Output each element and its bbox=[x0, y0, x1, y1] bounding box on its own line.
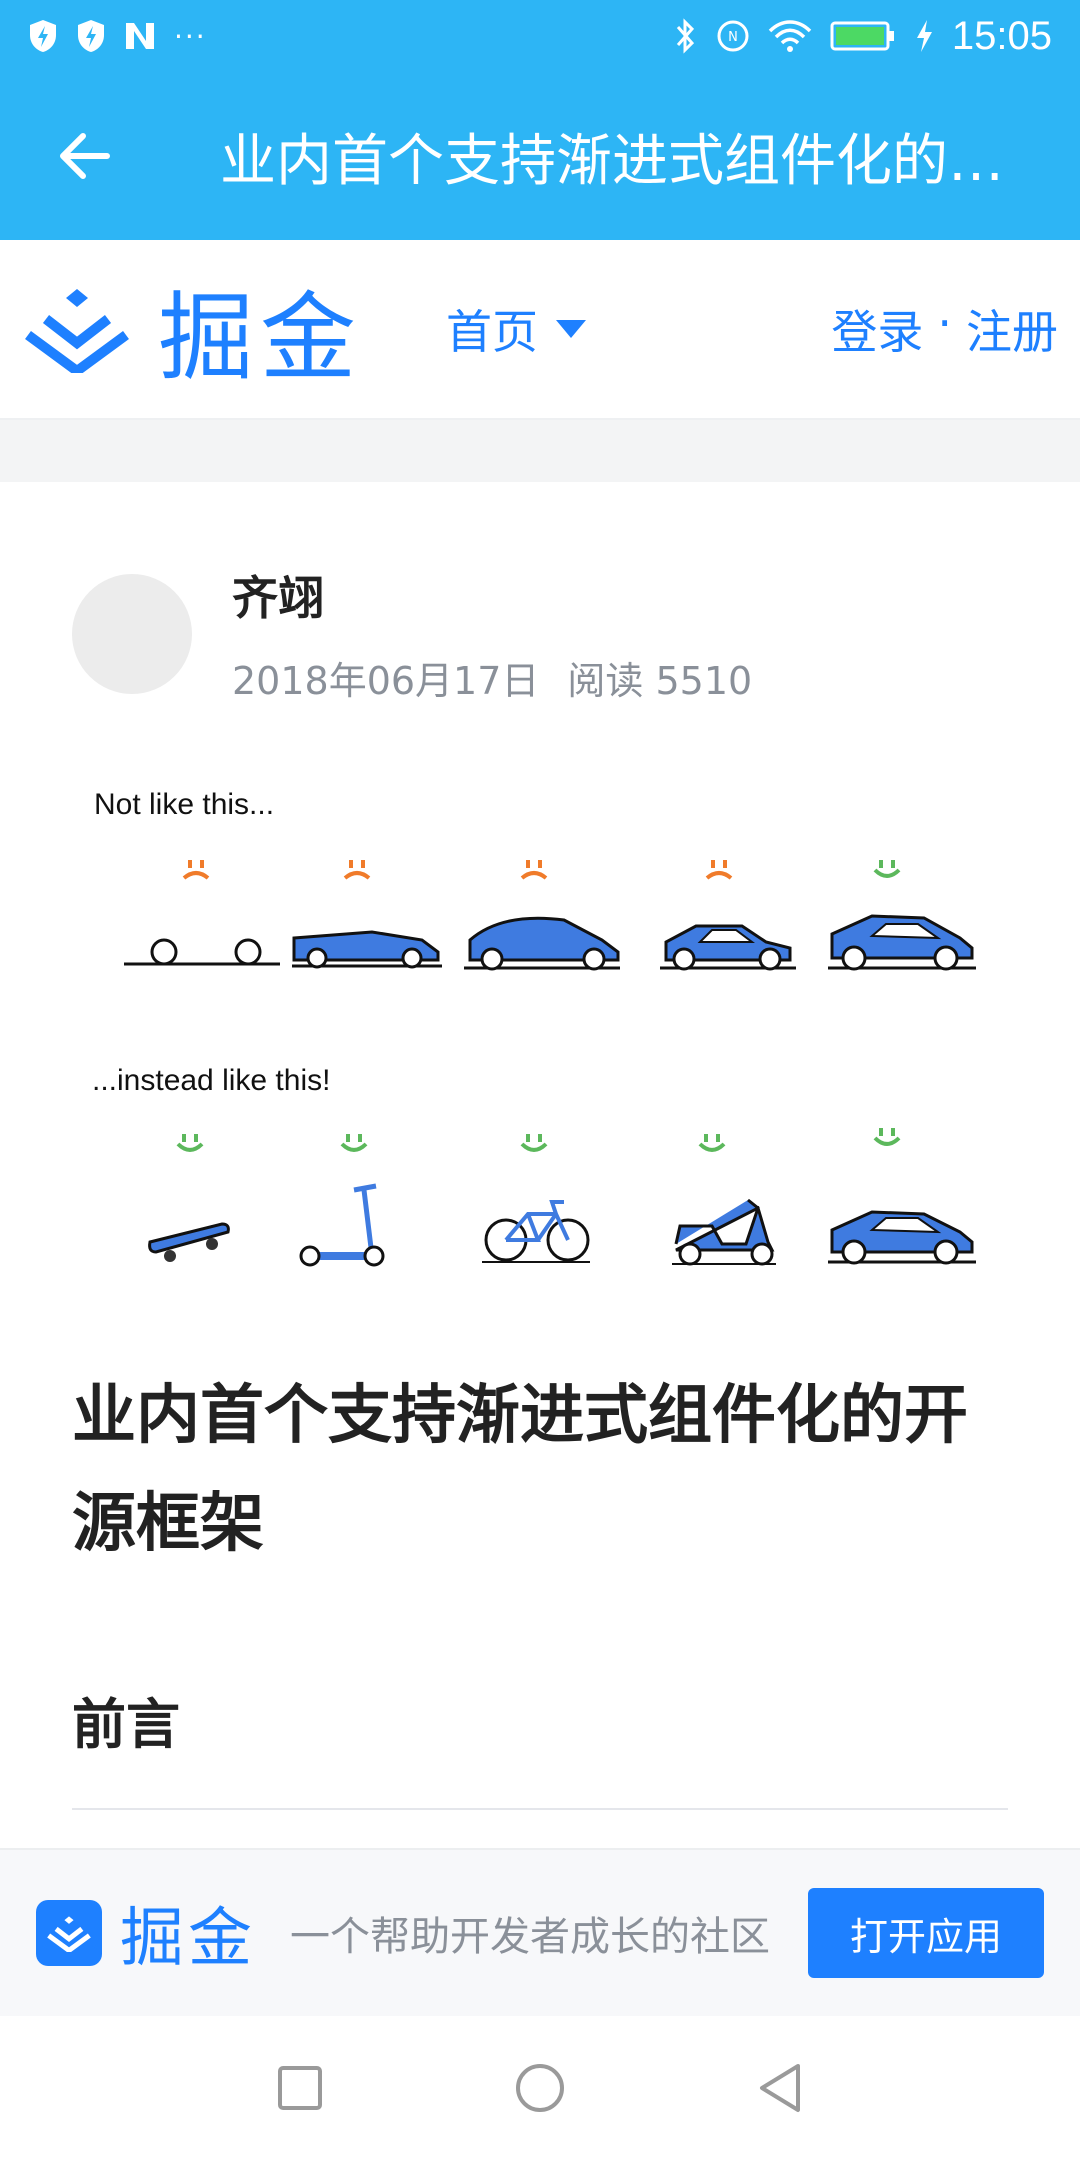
page-title: 业内首个支持渐进式组件化的… bbox=[220, 128, 1004, 194]
title-bar: 业内首个支持渐进式组件化的… bbox=[0, 72, 1080, 240]
login-link[interactable]: 登录 bbox=[831, 296, 923, 362]
nav-home-dropdown[interactable]: 首页 bbox=[446, 296, 586, 362]
author-name[interactable]: 齐翊 bbox=[232, 562, 752, 628]
juejin-logo[interactable]: 掘金 bbox=[24, 260, 362, 399]
section-heading: 前言 bbox=[72, 1693, 180, 1756]
square-icon bbox=[278, 2066, 322, 2110]
charging-icon bbox=[916, 20, 932, 52]
article-title: 业内首个支持渐进式组件化的开源框架 bbox=[72, 1379, 968, 1561]
car-basic-drawing bbox=[660, 924, 796, 971]
back-button[interactable] bbox=[0, 72, 168, 240]
back-nav-button[interactable] bbox=[740, 2048, 820, 2128]
divider bbox=[72, 1808, 1008, 1810]
sad-face-icon bbox=[182, 860, 210, 880]
bluetooth-icon bbox=[676, 18, 694, 54]
sad-face-icon bbox=[343, 860, 371, 880]
status-bar: ··· N 15:05 bbox=[0, 0, 1080, 72]
hero-illustration: Not like this... ...instead like this! bbox=[92, 788, 976, 1267]
read-count: 阅读 5510 bbox=[567, 659, 753, 703]
status-right-icons: N 15:05 bbox=[674, 14, 1052, 59]
battery-icon bbox=[830, 21, 894, 51]
recents-button[interactable] bbox=[260, 2048, 340, 2128]
open-app-button[interactable]: 打开应用 bbox=[808, 1888, 1044, 1978]
hero-caption-top: Not like this... bbox=[94, 788, 274, 821]
status-left-icons: ··· bbox=[28, 19, 207, 53]
car-no-windows-drawing bbox=[464, 916, 620, 971]
arrow-left-icon bbox=[60, 133, 110, 179]
happy-face-icon bbox=[520, 1134, 548, 1152]
juejin-logo-icon bbox=[25, 289, 129, 373]
juejin-app-icon bbox=[36, 1900, 102, 1966]
car-body-drawing bbox=[292, 930, 442, 969]
clock: 15:05 bbox=[951, 13, 1052, 58]
circle-icon bbox=[516, 2064, 564, 2112]
article-meta: 2018年06月17日 阅读 5510 bbox=[232, 650, 752, 705]
shield-bolt-icon bbox=[30, 20, 56, 52]
app-logo: 掘金 bbox=[36, 1887, 256, 1979]
app-slogan: 一个帮助开发者成长的社区 bbox=[290, 1914, 770, 1960]
motor-scooter-drawing bbox=[672, 1198, 776, 1266]
happy-face-icon bbox=[340, 1134, 368, 1152]
hero-caption-bottom: ...instead like this! bbox=[92, 1064, 330, 1097]
app-download-banner: 掘金 一个帮助开发者成长的社区 打开应用 bbox=[0, 1848, 1080, 2016]
publish-date: 2018年06月17日 bbox=[232, 659, 540, 703]
n-logo-icon bbox=[126, 23, 154, 49]
happy-face-icon bbox=[873, 860, 901, 878]
sad-face-icon bbox=[705, 860, 733, 880]
home-button[interactable] bbox=[500, 2048, 580, 2128]
car-sports-drawing bbox=[828, 914, 976, 971]
sad-face-icon bbox=[520, 860, 548, 880]
skateboard-drawing bbox=[148, 1222, 230, 1262]
auth-links: 登录 · 注册 bbox=[831, 296, 1058, 362]
car-sports-drawing bbox=[828, 1210, 976, 1265]
author-row: 齐翊 2018年06月17日 阅读 5510 bbox=[72, 562, 752, 705]
avatar[interactable] bbox=[72, 573, 192, 694]
wheels-drawing bbox=[124, 938, 280, 966]
author-info: 齐翊 2018年06月17日 阅读 5510 bbox=[232, 562, 752, 705]
section-divider bbox=[0, 420, 1080, 482]
nfc-icon: N bbox=[717, 20, 749, 52]
happy-face-icon bbox=[176, 1134, 204, 1152]
register-link[interactable]: 注册 bbox=[966, 296, 1058, 362]
site-header: 掘金 首页 登录 · 注册 bbox=[0, 240, 1080, 420]
article-card: 齐翊 2018年06月17日 阅读 5510 Not like this... … bbox=[0, 482, 1080, 1848]
svg-text:N: N bbox=[728, 30, 738, 45]
auth-separator: · bbox=[937, 296, 952, 350]
logo-text: 掘金 bbox=[158, 281, 362, 394]
happy-face-icon bbox=[873, 1128, 901, 1146]
wifi-icon bbox=[768, 20, 812, 52]
scooter-drawing bbox=[299, 1183, 385, 1267]
more-notifications-indicator: ··· bbox=[174, 19, 207, 53]
nav-home-label: 首页 bbox=[446, 305, 538, 359]
caret-down-icon bbox=[556, 320, 586, 338]
happy-face-icon bbox=[698, 1134, 726, 1152]
system-navigation-bar bbox=[0, 2016, 1080, 2160]
app-logo-text: 掘金 bbox=[120, 1902, 256, 1976]
triangle-back-icon bbox=[760, 2064, 800, 2112]
shield-bolt-icon bbox=[78, 20, 104, 52]
bicycle-drawing bbox=[482, 1200, 590, 1263]
